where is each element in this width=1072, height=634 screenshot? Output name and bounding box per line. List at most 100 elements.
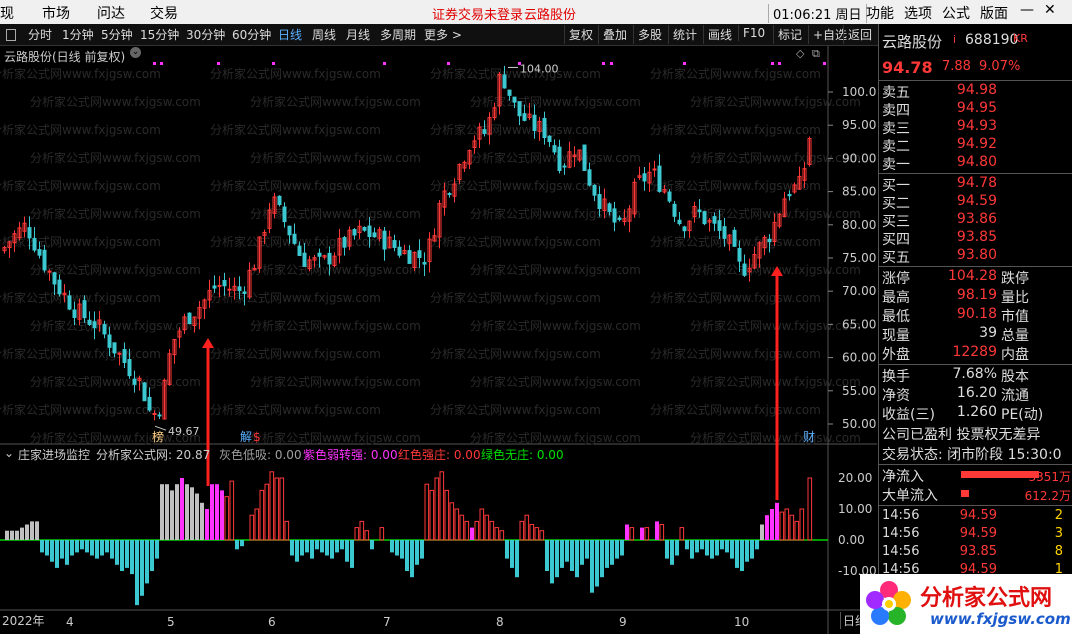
draw-button[interactable]: 画线	[703, 25, 736, 44]
watermark-text: 分析家公式网www.fxjgsw.com	[430, 290, 601, 305]
indicator-bar	[715, 540, 719, 556]
watermark-text: 分析家公式网www.fxjgsw.com	[210, 346, 381, 361]
indicator-bar	[444, 489, 450, 541]
login-notice[interactable]: 证券交易未登录	[432, 4, 523, 23]
candle-body	[407, 250, 412, 264]
indicator-bar	[155, 540, 159, 559]
bid-label: 买四	[882, 232, 910, 248]
stat-value: 7.68%	[952, 366, 997, 382]
chevron-down-icon[interactable]: ⌄	[130, 47, 141, 58]
indicator-bar	[310, 540, 314, 559]
close-icon[interactable]: ✕	[1044, 2, 1056, 18]
tab-1min[interactable]: 1分钟	[62, 26, 94, 43]
signal-dot	[602, 62, 605, 65]
indicator-bar	[350, 540, 354, 568]
tab-monthly[interactable]: 月线	[346, 26, 370, 43]
indicator-bar	[264, 483, 270, 541]
indicator-bar	[315, 540, 319, 550]
menu-item-discover[interactable]: 现	[0, 3, 14, 23]
stats-button[interactable]: 统计	[668, 25, 701, 44]
divider	[879, 364, 1072, 365]
signal-dot	[778, 62, 781, 65]
indicator-bar	[400, 540, 404, 559]
candle-body	[767, 238, 772, 243]
menu-item-trade[interactable]: 交易	[150, 3, 178, 23]
minimize-icon[interactable]: —	[1020, 2, 1034, 18]
tab-15min[interactable]: 15分钟	[140, 26, 179, 43]
indicator-chevron-icon[interactable]: ⌄	[4, 446, 14, 460]
indicator-bar	[190, 487, 194, 540]
tab-5min[interactable]: 5分钟	[101, 26, 133, 43]
indicator-bar	[5, 530, 9, 540]
menu-item-formula[interactable]: 公式	[942, 3, 970, 23]
indicator-bar	[505, 540, 509, 559]
indicator-bar	[125, 540, 129, 568]
tab-multi-period[interactable]: 多周期	[380, 26, 416, 43]
candle-body	[592, 184, 597, 196]
indicator-bar	[65, 540, 69, 565]
overlay-button[interactable]: 叠加	[598, 25, 631, 44]
net-inflow-row: 净流入 3351万	[882, 469, 1071, 485]
menu-item-market[interactable]: 市场	[42, 3, 70, 23]
watermark-text: 分析家公式网www.fxjgsw.com	[250, 318, 421, 333]
candle-body	[507, 89, 512, 96]
indicator-bar	[695, 540, 699, 553]
bid-row: 买五 93.80	[879, 247, 1072, 266]
brand-name: 分析家公式网	[920, 586, 1053, 611]
signal-dot	[771, 62, 774, 65]
multi-stock-button[interactable]: 多股	[633, 25, 666, 44]
flower-logo-icon	[866, 581, 911, 625]
tab-30min[interactable]: 30分钟	[186, 26, 225, 43]
candle-body	[787, 194, 792, 197]
stock-name: 云路股份	[882, 33, 943, 51]
bid-price: 93.86	[956, 211, 997, 227]
legend-green: 绿色无庄: 0.00	[481, 448, 564, 462]
indicator-bar	[420, 540, 424, 559]
back-button[interactable]: 返回	[843, 25, 876, 44]
candle-body	[37, 249, 42, 256]
signal-dot	[683, 62, 686, 65]
f10-button[interactable]: F10	[738, 25, 769, 41]
stat-label-2: 量比	[1001, 290, 1029, 306]
tab-more[interactable]: 更多 >	[424, 26, 462, 43]
window-restore-icon[interactable]: ⧉	[812, 47, 820, 61]
candle-body	[302, 252, 307, 267]
stat-row: 涨停 104.28 跌停	[879, 268, 1072, 287]
stock-link[interactable]: 云路股份	[524, 4, 576, 23]
tab-daily[interactable]: 日线	[278, 26, 302, 43]
mark-button[interactable]: 标记	[773, 25, 806, 44]
layout-icon[interactable]	[6, 29, 16, 41]
menu-item-wenda[interactable]: 问达	[97, 3, 125, 23]
watermark-text: 分析家公式网www.fxjgsw.com	[30, 150, 201, 165]
tab-fenshi[interactable]: 分时	[28, 26, 52, 43]
candle-body	[362, 226, 367, 231]
menu-item-function[interactable]: 功能	[866, 3, 894, 23]
indicator-bar	[165, 484, 169, 540]
tab-60min[interactable]: 60分钟	[232, 26, 271, 43]
tab-weekly[interactable]: 周线	[312, 26, 336, 43]
watermark-text: 分析家公式网www.fxjgsw.com	[690, 374, 861, 389]
diamond-icon[interactable]: ◇	[796, 47, 804, 60]
indicator-bar	[240, 540, 244, 547]
event-marker: 解	[240, 430, 252, 444]
indicator-bar	[35, 521, 39, 540]
indicator-bar	[775, 502, 779, 540]
indicator-bar	[70, 540, 74, 556]
indicator-bar	[390, 540, 394, 553]
menu-item-layout[interactable]: 版面	[980, 3, 1008, 23]
price-tick-label: 85.00	[842, 185, 876, 199]
indicator-bar	[249, 514, 255, 541]
kline-chart-area[interactable]: 分析家公式网www.fxjgsw.com 分析家公式网www.fxjgsw.com…	[0, 46, 877, 634]
fuquan-button[interactable]: 复权	[564, 25, 597, 44]
menu-item-options[interactable]: 选项	[904, 3, 932, 23]
indicator-bar	[615, 540, 619, 559]
indicator-bar	[405, 540, 409, 571]
candle-body	[152, 412, 157, 415]
stat-row: 最低 90.18 市值	[879, 306, 1072, 325]
candle-body	[672, 203, 677, 217]
kline-chart[interactable]: 分析家公式网www.fxjgsw.com 分析家公式网www.fxjgsw.com…	[0, 46, 877, 634]
info-icon[interactable]: i	[953, 33, 956, 46]
brand-logo: 分析家公式网 www.fxjgsw.com	[860, 574, 1072, 634]
bid-row: 买三 93.86	[879, 211, 1072, 230]
indicator-bar	[60, 540, 64, 559]
